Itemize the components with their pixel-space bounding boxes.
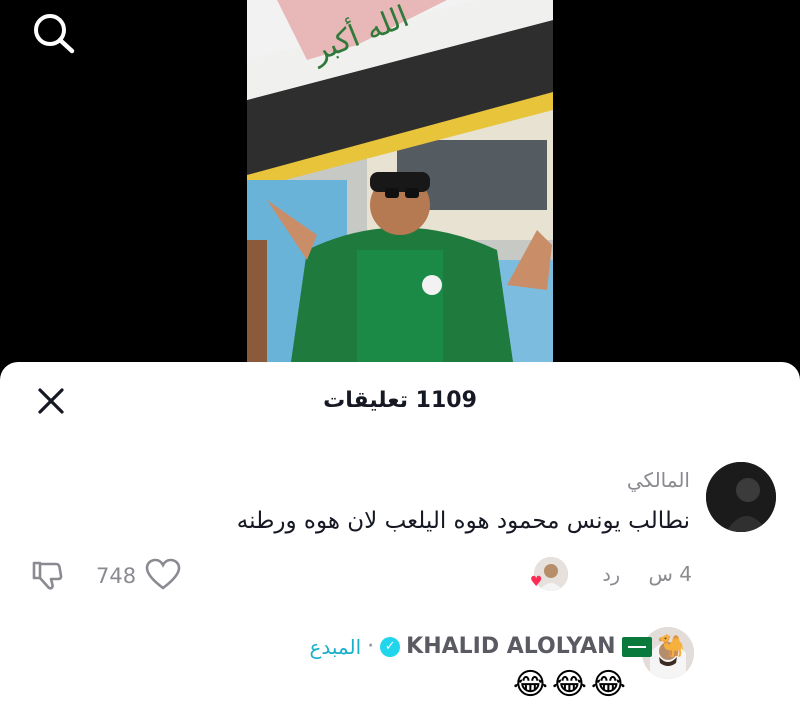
video-thumbnail: الله أكبر [247, 0, 553, 390]
comment-time: 4 س [648, 562, 692, 586]
reply-text: 😂😂😂 [512, 667, 630, 702]
like-count: 748 [96, 564, 137, 588]
camel-emoji: 🐪 [657, 634, 685, 659]
heart-icon: ♥ [530, 574, 543, 590]
verified-badge-icon: ✓ [380, 636, 401, 657]
search-button[interactable] [30, 10, 78, 54]
search-icon [34, 14, 75, 54]
thumbs-down-icon [32, 561, 63, 590]
separator-dot: · [367, 634, 375, 659]
video-area[interactable]: الله أكبر [0, 0, 800, 390]
comments-count-title: 1109 تعليقات [323, 388, 477, 413]
like-button[interactable] [145, 558, 181, 594]
comment-username[interactable]: المالكي [627, 468, 690, 492]
reply-header: 🐪 KHALID ALOLYAN ✓ · المبدع [309, 634, 685, 659]
saudi-flag-icon [621, 636, 652, 657]
video-frame[interactable]: الله أكبر [247, 0, 553, 390]
comment-text: نطالب يونس محمود هوه اليلعب لان هوه ورطن… [236, 508, 690, 534]
reply-button[interactable]: رد [602, 564, 620, 586]
avatar-image [706, 462, 776, 532]
comment-avatar[interactable] [706, 462, 776, 532]
dislike-button[interactable] [30, 558, 64, 596]
reply-username[interactable]: KHALID ALOLYAN [406, 634, 615, 659]
heart-outline-icon [145, 558, 181, 590]
creator-label: المبدع [309, 634, 362, 659]
comments-sheet: 1109 تعليقات المالكي نطالب يونس محمود هو… [0, 362, 800, 713]
